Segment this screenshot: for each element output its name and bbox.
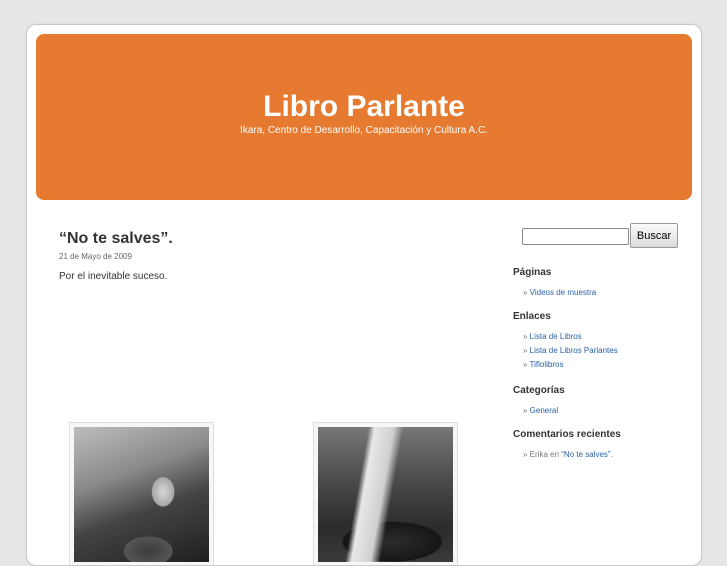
page-container: Libro Parlante Ikara, Centro de Desarrol… (26, 24, 702, 566)
post: “No te salves”. 21 de Mayo de 2009 Por e… (59, 230, 479, 282)
site-title-link[interactable]: Libro Parlante (36, 90, 692, 124)
post-title[interactable]: “No te salves”. (59, 230, 479, 248)
photo-floating-woman (318, 427, 453, 562)
site-description: Ikara, Centro de Desarrollo, Capacitació… (240, 125, 488, 136)
widget-title-comentarios: Comentarios recientes (513, 429, 621, 440)
widget-title-categorias: Categorías (513, 385, 565, 396)
widget-enlaces: Enlaces » Lista de Libros » Lista de Lib… (513, 311, 618, 372)
list-item: » Videos de muestra (523, 288, 597, 297)
list-item: » Lista de Libros Parlantes (523, 346, 618, 355)
photo-man-portrait (74, 427, 209, 562)
link-comment-no-te-salves[interactable]: “No te salves” (561, 450, 610, 459)
widget-title-paginas: Páginas (513, 267, 552, 278)
sidebar: Buscar Páginas » Videos de muestra Enlac… (513, 223, 683, 459)
link-lista-de-libros[interactable]: Lista de Libros (530, 332, 582, 341)
widget-comentarios: Comentarios recientes » Erika en “No te … (513, 429, 621, 462)
post-body: Por el inevitable suceso. (59, 271, 168, 282)
widget-title-enlaces: Enlaces (513, 311, 551, 322)
list-item: » General (523, 406, 559, 415)
link-lista-de-libros-parlantes[interactable]: Lista de Libros Parlantes (530, 346, 618, 355)
list-item: » Tiflolibros (523, 360, 564, 369)
list-item: » Lista de Libros (523, 332, 582, 341)
search-input[interactable] (522, 228, 629, 245)
post-image-floating[interactable] (313, 422, 458, 565)
search-button[interactable]: Buscar (630, 223, 678, 248)
widget-paginas: Páginas » Videos de muestra (513, 267, 596, 300)
link-general[interactable]: General (530, 406, 558, 415)
post-date: 21 de Mayo de 2009 (59, 252, 132, 261)
post-image-portrait[interactable] (69, 422, 214, 565)
list-item: » Erika en “No te salves”. (523, 450, 613, 459)
widget-categorias: Categorías » General (513, 385, 565, 418)
search-form: Buscar (513, 223, 683, 251)
site-header: Libro Parlante Ikara, Centro de Desarrol… (36, 34, 692, 200)
link-tiflolibros[interactable]: Tiflolibros (530, 360, 564, 369)
link-videos-de-muestra[interactable]: Videos de muestra (530, 288, 597, 297)
